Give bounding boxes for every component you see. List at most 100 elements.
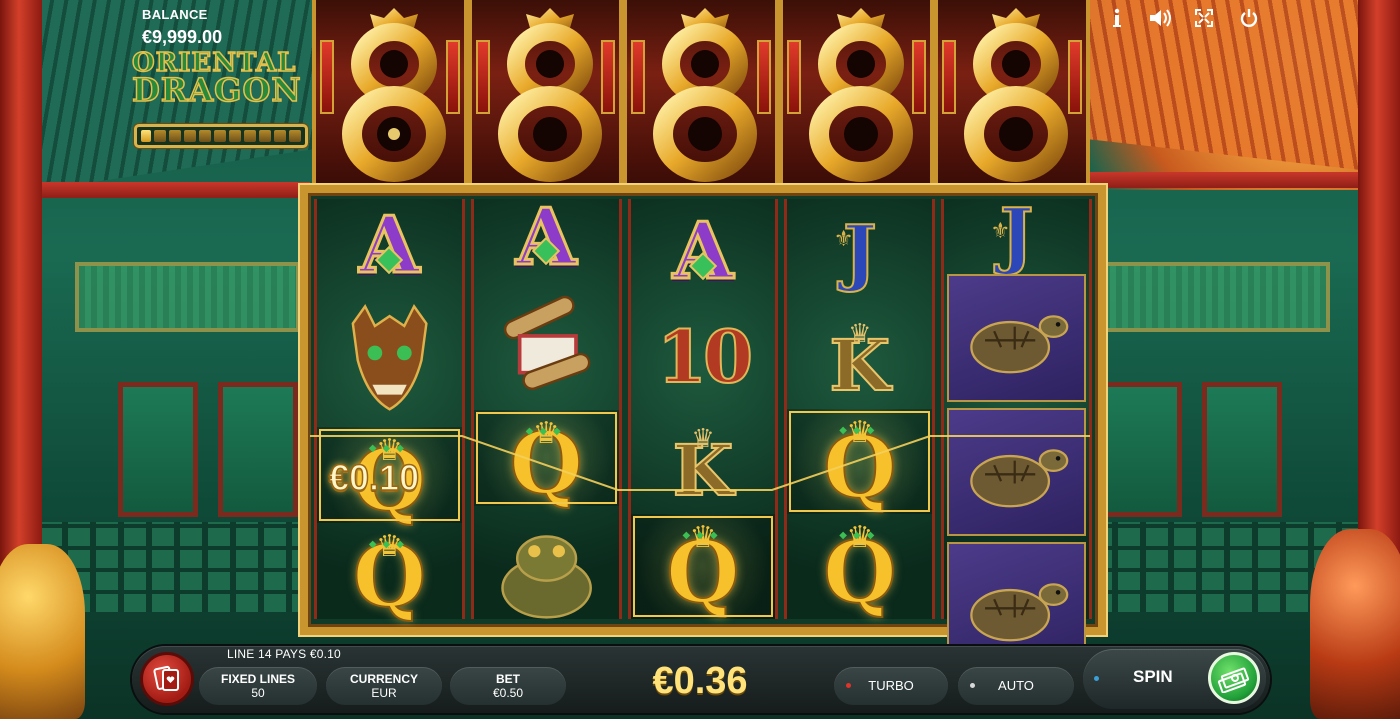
win-line-message: LINE 14 PAYS €0.10 — [227, 647, 341, 661]
spin-label[interactable]: SPIN — [1133, 667, 1173, 687]
dragon-eight-slot — [467, 0, 624, 185]
auto-label: AUTO — [998, 678, 1034, 693]
reel-frame: A♛◆◆◆Q€0.10♛◆◆◆QA♛◆◆◆QA10♛K♛◆◆◆Q⚜J♛K♛◆◆◆… — [300, 185, 1106, 670]
reel-4: ⚜ J ♛ K ♛ ◆◆◆ Q ♛ ◆◆◆ Q — [784, 199, 936, 619]
feature-progress-meter — [134, 124, 308, 148]
symbol-turtle — [947, 274, 1086, 402]
reel-1: A ♛◆◆◆Q€0.10♛◆◆◆Q — [314, 199, 465, 620]
symbol-dragon-mask — [317, 294, 462, 427]
dragon-eight-icon — [342, 8, 446, 182]
symbol-k: ♛ K — [787, 304, 932, 409]
symbol-j: ⚜ J — [944, 198, 1089, 272]
golden-urn — [0, 544, 85, 719]
symbol-a: A — [631, 199, 776, 304]
symbol-a: A — [474, 197, 619, 278]
dragon-mask-icon — [351, 304, 428, 411]
paytable-button[interactable] — [140, 652, 194, 706]
progress-segment — [184, 130, 196, 142]
bet-button[interactable]: BET €0.50 — [450, 667, 566, 705]
symbol-10: 10 — [631, 304, 776, 409]
reel-grid: A♛◆◆◆Q€0.10♛◆◆◆QA♛◆◆◆QA10♛K♛◆◆◆Q⚜J♛K♛◆◆◆… — [314, 197, 1092, 670]
turbo-indicator-dot — [846, 683, 851, 688]
crown-gems-icon: ◆◆◆ — [839, 425, 881, 436]
info-icon[interactable] — [1105, 6, 1129, 30]
carved-panel-left — [75, 262, 300, 332]
roof-beam-left — [40, 182, 310, 198]
currency-label: CURRENCY — [349, 672, 418, 686]
symbol-q: ♛ ◆◆◆ Q — [317, 523, 462, 620]
crown-gems-icon: ◆◆◆ — [525, 426, 567, 438]
symbol-a: A — [317, 199, 462, 294]
temple-door — [118, 382, 198, 517]
temple-door — [1102, 382, 1182, 517]
turbo-label: TURBO — [868, 678, 914, 693]
dragon-eight-slot — [778, 0, 935, 185]
symbol-q: ♛ ◆◆◆ Q — [473, 410, 619, 507]
dragon-eight-icon — [964, 8, 1069, 182]
progress-segment — [274, 130, 286, 142]
carved-panel-right — [1100, 262, 1330, 332]
dragon-eight-icon — [497, 8, 602, 182]
dragon-eight-header — [312, 0, 1090, 185]
fleur-de-lis-icon: ⚜ — [990, 217, 1011, 243]
symbol-win-amount: €0.10 — [328, 456, 420, 499]
bet-value: €0.50 — [492, 686, 524, 700]
symbol-q: ♛ ◆◆◆ Q — [787, 409, 933, 514]
symbol-j: ⚜ J — [787, 199, 932, 304]
dragon-eight-slot — [934, 0, 1090, 185]
crown-icon: ♛ — [691, 423, 715, 453]
fullscreen-icon[interactable] — [1192, 6, 1216, 30]
turtle-icon — [969, 315, 1068, 374]
auto-indicator-dot — [970, 683, 975, 688]
crown-gems-icon: ◆◆◆ — [368, 539, 410, 550]
symbol-q: ♛ ◆◆◆ Q €0.10 — [317, 427, 462, 524]
currency-button[interactable]: CURRENCY EUR — [326, 667, 442, 705]
crown-icon: ♛ — [848, 318, 872, 348]
logo-line-2: DRAGON — [131, 71, 302, 109]
progress-segment — [154, 130, 166, 142]
red-urn — [1310, 529, 1400, 719]
symbol-toad — [474, 506, 619, 639]
banknotes-icon — [1217, 667, 1250, 693]
spin-button[interactable] — [1208, 652, 1260, 704]
sound-icon[interactable] — [1148, 6, 1172, 30]
symbol-q: ♛ ◆◆◆ Q — [630, 514, 776, 619]
progress-segment — [289, 130, 301, 142]
fleur-de-lis-icon: ⚜ — [833, 226, 854, 252]
fixed-lines-label: FIXED LINES — [220, 672, 295, 686]
bet-label: BET — [496, 672, 520, 686]
progress-segment-filled — [141, 130, 151, 142]
temple-door — [1202, 382, 1282, 517]
dragon-eight-slot — [312, 0, 468, 185]
turtle-icon — [969, 449, 1068, 508]
progress-segment — [244, 130, 256, 142]
symbol-q: ♛ ◆◆◆ Q — [787, 514, 932, 619]
reel-2: A ♛◆◆◆Q — [470, 197, 622, 619]
dragon-eight-icon — [808, 8, 913, 182]
roof-beam-right — [1064, 172, 1364, 188]
symbol-k: ♛ K — [631, 409, 776, 514]
dragon-eight-icon — [653, 8, 758, 182]
progress-segment — [199, 130, 211, 142]
toad-icon — [500, 534, 592, 619]
fixed-lines-display: FIXED LINES 50 — [199, 667, 317, 705]
crown-gems-icon: ◆◆◆ — [368, 443, 410, 454]
progress-segment — [229, 130, 241, 142]
turbo-button[interactable]: TURBO — [834, 667, 948, 705]
reel-5: ⚜ J — [941, 198, 1092, 670]
balance-value: €9,999.00 — [142, 27, 223, 47]
autoplay-button[interactable]: AUTO — [958, 667, 1074, 705]
balance-label: BALANCE — [142, 7, 208, 22]
fixed-lines-value: 50 — [251, 686, 265, 700]
cards-icon — [153, 665, 179, 691]
symbol-turtle — [947, 408, 1086, 536]
spin-indicator-dot — [1094, 676, 1099, 681]
currency-value: EUR — [371, 686, 397, 700]
progress-segment — [169, 130, 181, 142]
game-logo: ORIENTAL DRAGON — [131, 49, 312, 110]
power-icon[interactable] — [1237, 6, 1261, 30]
progress-segment — [259, 130, 271, 142]
total-win-amount: €0.36 — [652, 660, 748, 702]
progress-segment — [214, 130, 226, 142]
crown-gems-icon: ◆◆◆ — [839, 530, 881, 541]
